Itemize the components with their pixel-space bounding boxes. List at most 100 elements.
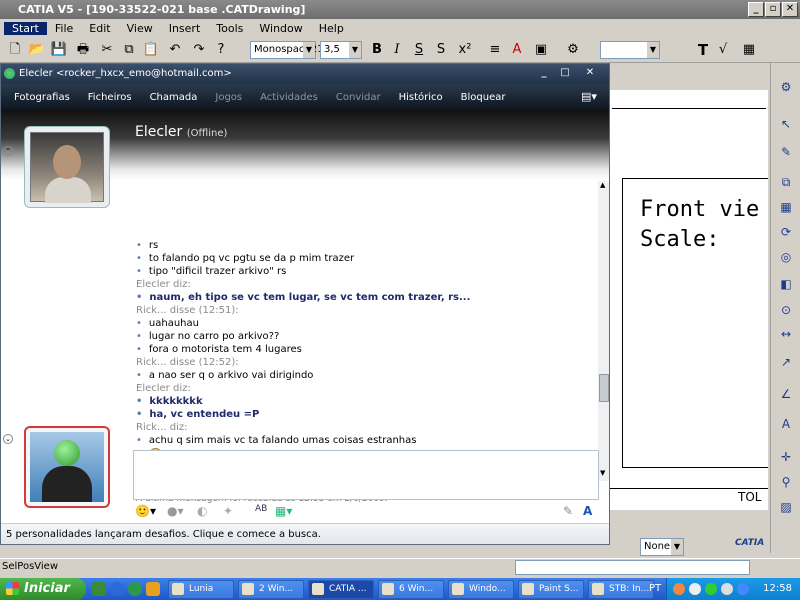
copy-icon[interactable]: ⧉ xyxy=(120,41,138,59)
menu-edit[interactable]: Edit xyxy=(81,22,118,35)
start-button[interactable]: Iniciar xyxy=(0,578,86,600)
font-combo[interactable]: Monospac821 ▼ xyxy=(250,41,323,59)
task-windows-group-2[interactable]: 2 Win... xyxy=(238,580,304,599)
tray-icon[interactable] xyxy=(689,583,701,595)
maximize-button[interactable]: □ xyxy=(554,66,576,80)
menu-file[interactable]: File xyxy=(47,22,81,35)
handwriting-icon[interactable]: ✎ xyxy=(563,504,573,518)
anchor-icon[interactable]: ▣ xyxy=(532,41,550,59)
rotate-icon[interactable]: ⟳ xyxy=(777,223,795,241)
scroll-up-icon[interactable]: ▲ xyxy=(600,181,605,189)
subscript-icon[interactable]: S xyxy=(432,41,450,59)
sketch-icon[interactable]: ✎ xyxy=(777,143,795,161)
save-icon[interactable]: 💾 xyxy=(50,41,68,59)
pin-icon[interactable]: ⚲ xyxy=(777,473,795,491)
nav-jogos[interactable]: Jogos xyxy=(206,92,251,103)
italic-icon[interactable]: I xyxy=(388,41,406,59)
minimize-button[interactable]: _ xyxy=(533,66,555,80)
text-frame-icon[interactable]: A xyxy=(508,41,526,59)
messenger-quicklaunch-icon[interactable] xyxy=(128,582,142,596)
chat-scrollbar[interactable]: ▲ ▼ xyxy=(598,181,609,481)
tray-icon[interactable] xyxy=(673,583,685,595)
nav-ficheiros[interactable]: Ficheiros xyxy=(79,92,141,103)
insert-symbol-icon[interactable]: ⚙ xyxy=(564,41,582,59)
nav-historico[interactable]: Histórico xyxy=(390,92,452,103)
tray-icon[interactable] xyxy=(705,583,717,595)
menu-start[interactable]: Start xyxy=(4,21,47,35)
cut-icon[interactable]: ✂ xyxy=(98,41,116,59)
collapse-icon[interactable]: ⌃ xyxy=(3,146,13,156)
arrow-icon[interactable]: ↗ xyxy=(777,353,795,371)
axis-icon[interactable]: ✛ xyxy=(777,448,795,466)
volume-icon[interactable] xyxy=(721,583,733,595)
user-avatar[interactable] xyxy=(24,426,110,508)
strike-icon[interactable]: S xyxy=(410,41,428,59)
contact-avatar[interactable] xyxy=(24,126,110,208)
section-icon[interactable]: ◧ xyxy=(777,275,795,293)
desktop-icon[interactable] xyxy=(92,582,106,596)
text-leader-icon[interactable]: √ xyxy=(714,41,732,59)
wink-icon[interactable]: ●▾ xyxy=(167,504,184,518)
message-input[interactable] xyxy=(133,450,599,500)
language-indicator[interactable]: PT xyxy=(649,578,661,600)
emoticon-icon[interactable]: 🙂▾ xyxy=(135,504,156,518)
close-button[interactable]: ✕ xyxy=(579,66,601,80)
dimension-icon[interactable]: ↔ xyxy=(777,325,795,343)
new-icon[interactable]: 🗋 xyxy=(6,41,24,59)
media-icon[interactable] xyxy=(146,582,160,596)
task-windows[interactable]: Windo... xyxy=(448,580,514,599)
style-combo[interactable]: ▼ xyxy=(600,41,660,59)
bold-icon[interactable]: B xyxy=(368,41,386,59)
angle-icon[interactable]: ∠ xyxy=(777,385,795,403)
voice-clip-icon[interactable]: ◐ xyxy=(197,504,207,518)
grid-icon[interactable]: ▦ xyxy=(777,198,795,216)
close-button[interactable]: ✕ xyxy=(782,2,798,17)
redo-icon[interactable]: ↷ xyxy=(190,41,208,59)
print-icon[interactable]: 🖶 xyxy=(74,41,92,59)
options-menu-icon[interactable]: ▤▾ xyxy=(581,90,597,103)
footer-text[interactable]: 5 personalidades lançaram desafios. Cliq… xyxy=(6,529,321,540)
superscript-icon[interactable]: x² xyxy=(456,41,474,59)
tray-icon[interactable] xyxy=(737,583,749,595)
task-lunia[interactable]: Lunia xyxy=(168,580,234,599)
command-input[interactable] xyxy=(515,560,750,575)
undo-icon[interactable]: ↶ xyxy=(166,41,184,59)
scroll-thumb[interactable] xyxy=(599,374,609,402)
nav-bloquear[interactable]: Bloquear xyxy=(452,92,515,103)
text-A-icon[interactable]: A xyxy=(777,415,795,433)
menu-insert[interactable]: Insert xyxy=(161,22,209,35)
select-icon[interactable]: ↖ xyxy=(777,115,795,133)
messenger-footer[interactable]: 5 personalidades lançaram desafios. Cliq… xyxy=(1,523,609,544)
background-icon[interactable]: ▦▾ xyxy=(275,504,292,518)
nudge-icon[interactable]: ✦ xyxy=(223,504,233,518)
detail-icon[interactable]: ⊙ xyxy=(777,301,795,319)
font-icon[interactable]: AB xyxy=(255,504,267,514)
nav-actividades[interactable]: Actividades xyxy=(251,92,327,103)
scroll-down-icon[interactable]: ▼ xyxy=(600,469,605,477)
fill-icon[interactable]: ▨ xyxy=(777,498,795,516)
nav-convidar[interactable]: Convidar xyxy=(327,92,390,103)
open-icon[interactable]: 📂 xyxy=(28,41,46,59)
menu-help[interactable]: Help xyxy=(311,22,352,35)
task-paint-shop[interactable]: Paint S... xyxy=(518,580,584,599)
menu-window[interactable]: Window xyxy=(251,22,310,35)
view-icon[interactable]: ⧉ xyxy=(777,173,795,191)
task-catia[interactable]: CATIA ... xyxy=(308,580,374,599)
table-icon[interactable]: ▦ xyxy=(740,41,758,59)
size-combo[interactable]: 3,5 ▼ xyxy=(320,41,362,59)
task-stb[interactable]: STB: In... xyxy=(588,580,654,599)
nav-chamada[interactable]: Chamada xyxy=(141,92,207,103)
align-icon[interactable]: ≡ xyxy=(486,41,504,59)
circle-icon[interactable]: ◎ xyxy=(777,248,795,266)
none-combo[interactable]: None ▼ xyxy=(640,538,684,556)
text-mode-icon[interactable]: A xyxy=(583,504,592,518)
nav-fotografias[interactable]: Fotografias xyxy=(5,92,79,103)
collapse-icon[interactable]: ⌄ xyxy=(3,434,13,444)
maximize-button[interactable]: ▫ xyxy=(765,2,781,17)
workbench-icon[interactable]: ⚙ xyxy=(777,78,795,96)
text-icon[interactable]: T xyxy=(694,41,712,59)
menu-view[interactable]: View xyxy=(119,22,161,35)
task-windows-group-6[interactable]: 6 Win... xyxy=(378,580,444,599)
whats-this-icon[interactable]: ? xyxy=(212,41,230,59)
paste-icon[interactable]: 📋 xyxy=(142,41,160,59)
